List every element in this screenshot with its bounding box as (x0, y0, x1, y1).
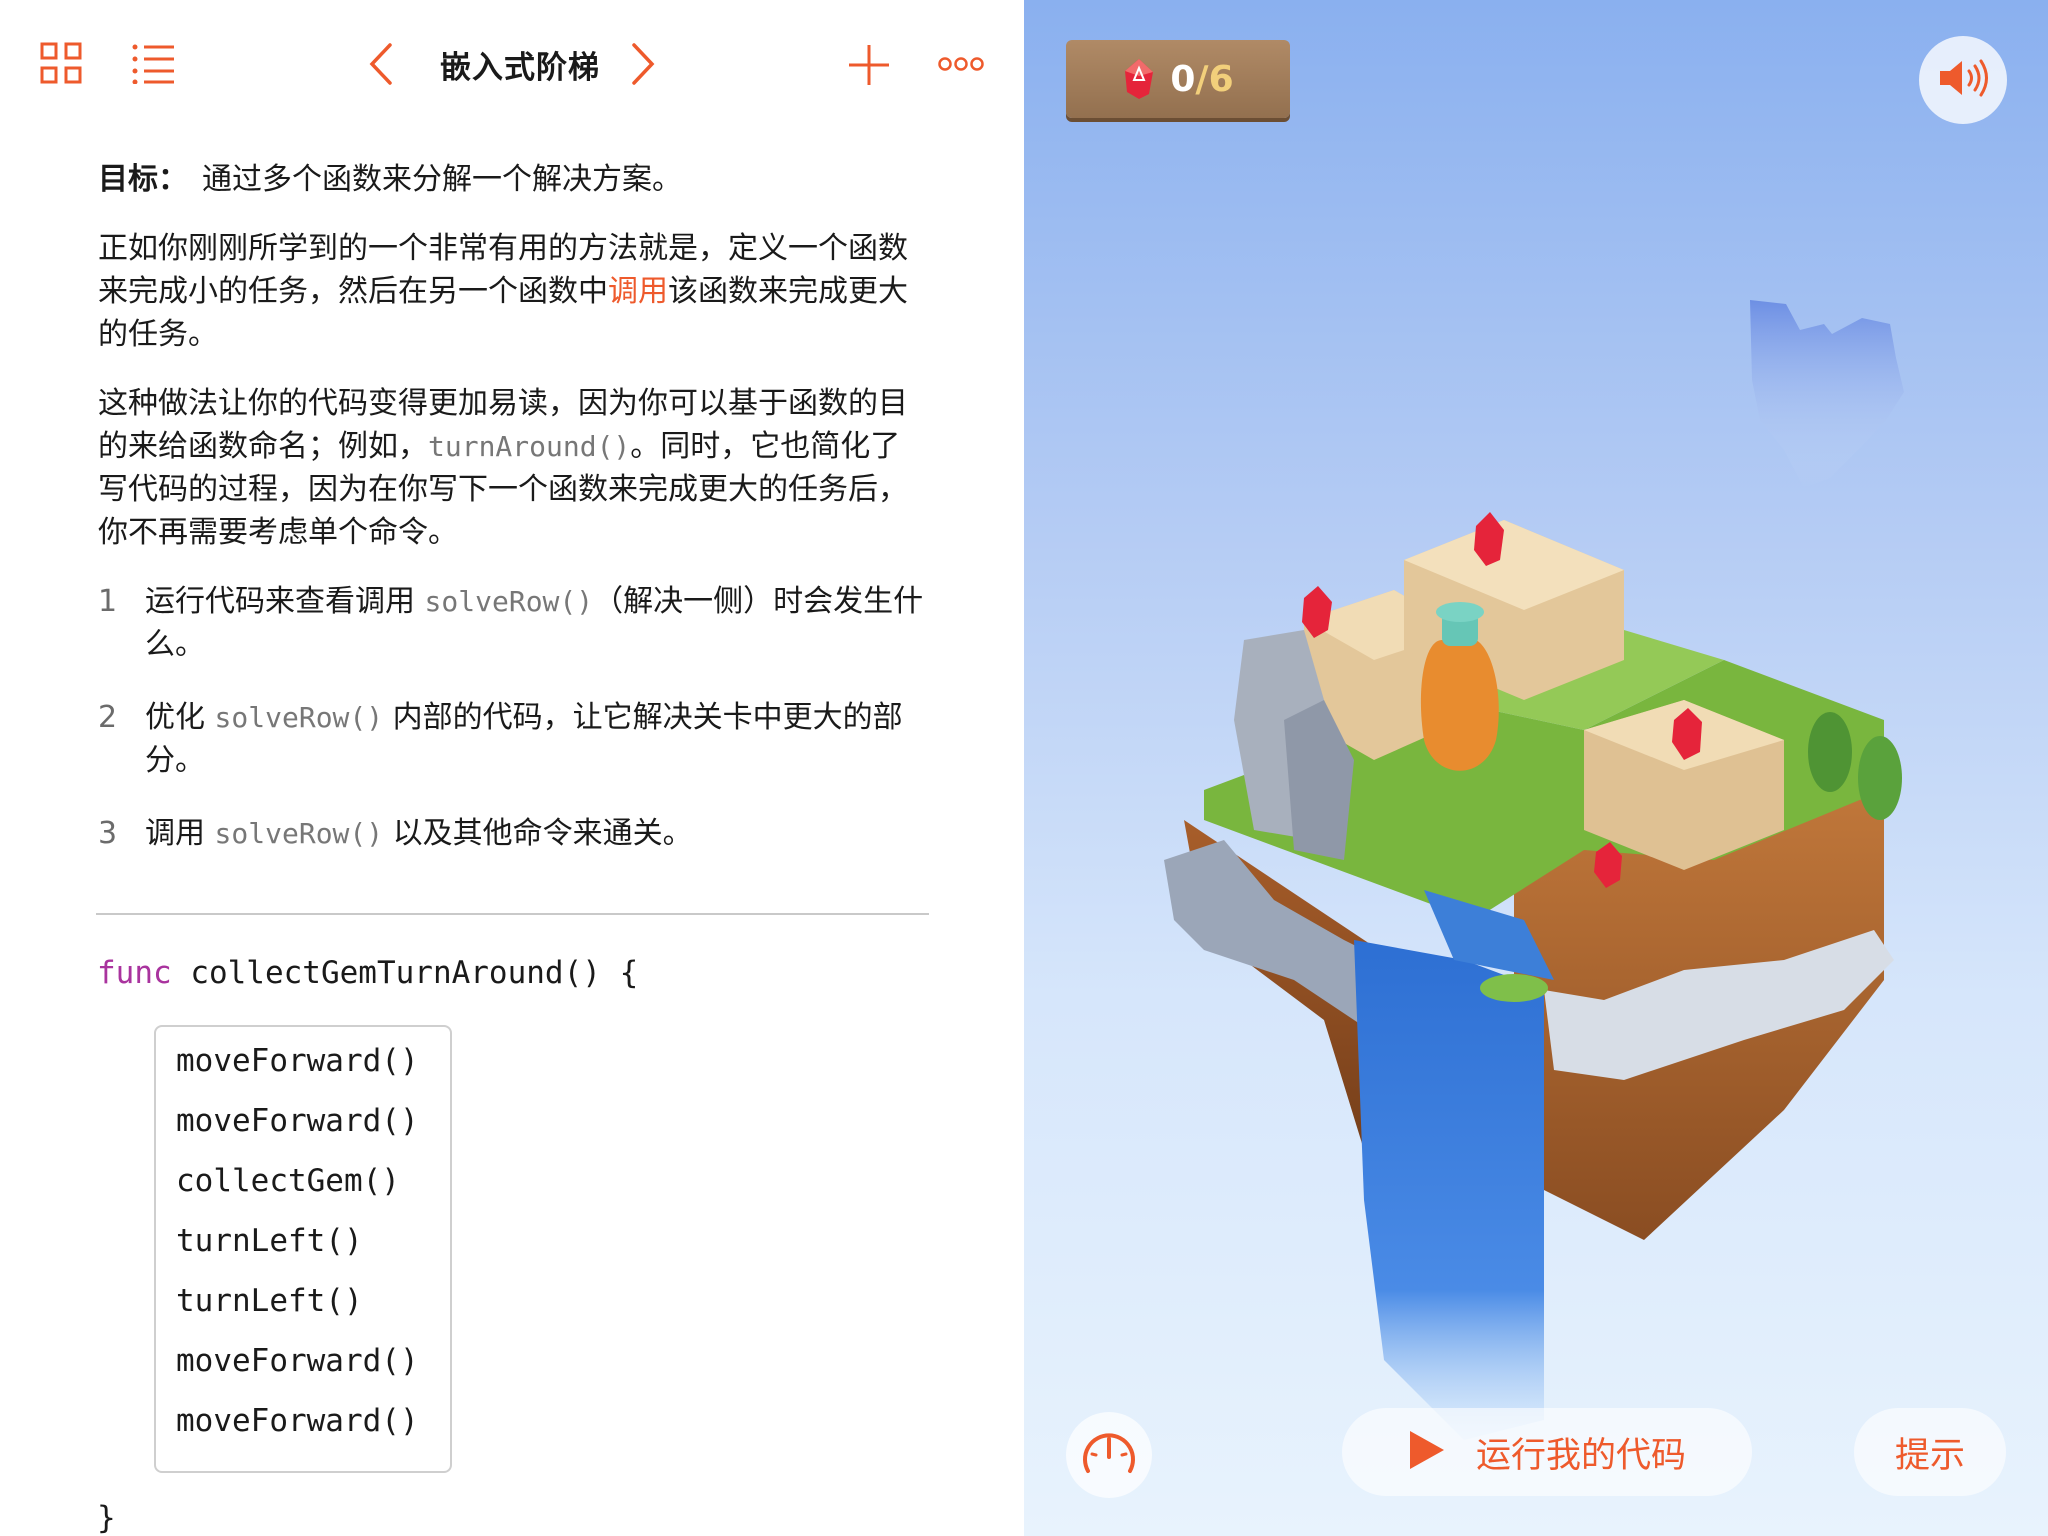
paragraph-1: 正如你刚刚所学到的一个非常有用的方法就是，定义一个函数来完成小的任务，然后在另一… (98, 227, 928, 356)
code-line[interactable]: turnLeft() (156, 1286, 450, 1346)
paragraph-2: 这种做法让你的代码变得更加易读，因为你可以基于函数的目的来给函数命名；例如，tu… (98, 382, 928, 554)
step-item: 1 运行代码来查看调用 solveRow()（解决一侧）时会发生什么。 (98, 580, 928, 666)
puzzle-world-illustration (1164, 300, 1904, 1440)
step-text: 调用 (145, 816, 215, 851)
run-code-button[interactable]: 运行我的代码 (1342, 1408, 1752, 1496)
func-keyword: func (97, 955, 172, 991)
goal-label: 目标： (98, 162, 188, 197)
step-item: 2 优化 solveRow() 内部的代码，让它解决关卡中更大的部分。 (98, 696, 928, 782)
function-signature[interactable]: func collectGemTurnAround() { (97, 955, 638, 991)
code-line[interactable]: turnLeft() (156, 1226, 450, 1286)
step-text-end: 以及其他命令来通关。 (383, 816, 693, 851)
code-line[interactable]: moveForward() (156, 1106, 450, 1166)
hint-button[interactable]: 提示 (1854, 1408, 2006, 1496)
step-item: 3 调用 solveRow() 以及其他命令来通关。 (98, 812, 928, 855)
more-icon[interactable] (938, 56, 984, 72)
inline-code: solveRow() (214, 701, 384, 734)
step-number: 2 (98, 700, 118, 735)
closing-brace: } (97, 1500, 116, 1536)
game-view[interactable]: 0/6 运行我的代码 提示 (1024, 0, 2048, 1536)
code-editor-block[interactable]: moveForward() moveForward() collectGem()… (154, 1025, 452, 1473)
code-line[interactable]: moveForward() (156, 1406, 450, 1466)
speed-button[interactable] (1066, 1412, 1152, 1498)
function-declaration: collectGemTurnAround() { (171, 955, 639, 991)
gem-icon (1122, 58, 1156, 100)
step-text: 运行代码来查看调用 (145, 584, 425, 619)
goal-text: 通过多个函数来分解一个解决方案。 (202, 162, 682, 197)
lesson-pane: 嵌入式阶梯 目标： 通过多个函数来分解一个解决方案。 正如你刚刚所学到的一个非常有… (0, 0, 1024, 1536)
page-title: 嵌入式阶梯 (440, 50, 600, 86)
chevron-right-icon[interactable] (630, 42, 656, 86)
goal: 目标： 通过多个函数来分解一个解决方案。 (98, 158, 928, 201)
gem-count-text: 0/6 (1170, 59, 1233, 100)
gem-counter: 0/6 (1066, 40, 1290, 118)
step-number: 1 (98, 584, 118, 619)
speedometer-icon (1080, 1427, 1138, 1483)
sound-button[interactable] (1919, 36, 2007, 124)
run-code-label: 运行我的代码 (1475, 1435, 1686, 1476)
inline-code: turnAround() (428, 430, 631, 463)
inline-code: solveRow() (214, 817, 384, 850)
island (1164, 520, 1902, 1440)
code-line[interactable]: collectGem() (156, 1166, 450, 1226)
chevron-left-icon[interactable] (368, 42, 394, 86)
gems-total: /6 (1195, 58, 1234, 100)
gems-collected: 0 (1170, 58, 1196, 100)
lesson-text: 目标： 通过多个函数来分解一个解决方案。 正如你刚刚所学到的一个非常有用的方法就是… (98, 158, 928, 885)
list-icon[interactable] (132, 44, 176, 84)
code-line[interactable]: moveForward() (156, 1046, 450, 1106)
step-text: 优化 (145, 700, 215, 735)
call-glossary-link[interactable]: 调用 (608, 274, 668, 309)
floating-island (1750, 300, 1904, 488)
grid-icon[interactable] (40, 42, 82, 84)
step-number: 3 (98, 816, 118, 851)
speaker-icon (1936, 56, 1990, 104)
play-icon (1408, 1429, 1446, 1475)
code-line[interactable]: moveForward() (156, 1346, 450, 1406)
divider (96, 913, 929, 915)
inline-code: solveRow() (424, 585, 594, 618)
add-icon[interactable] (848, 44, 890, 86)
